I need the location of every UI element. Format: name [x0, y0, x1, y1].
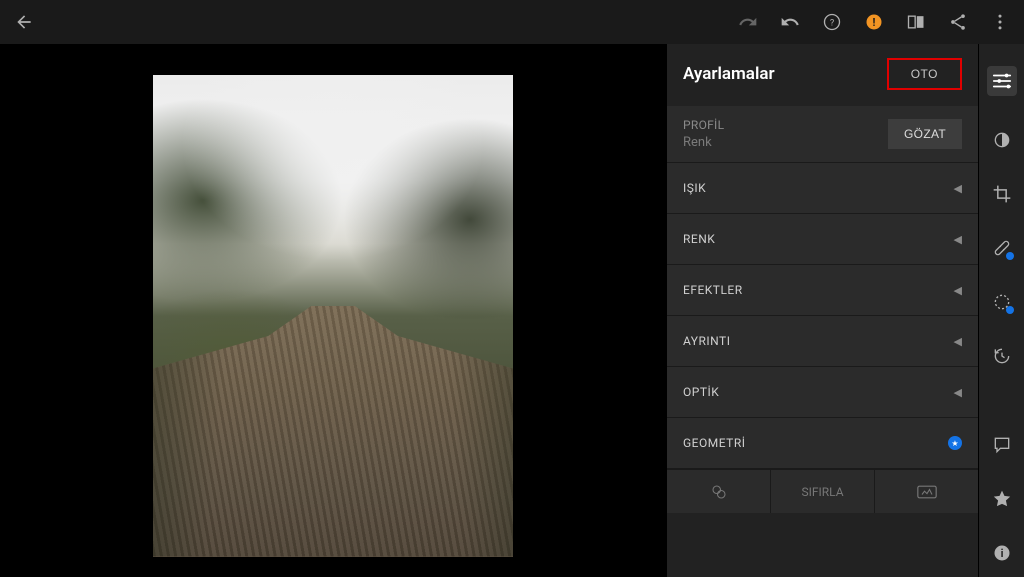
section-effects[interactable]: EFEKTLER ◀ — [667, 265, 978, 316]
presets-icon — [710, 483, 728, 501]
section-color[interactable]: RENK ◀ — [667, 214, 978, 265]
radial-tool[interactable] — [992, 292, 1012, 312]
section-label: EFEKTLER — [683, 283, 743, 297]
section-label: RENK — [683, 232, 715, 246]
redo-button[interactable] — [738, 12, 758, 32]
compare-button[interactable] — [906, 12, 926, 32]
alert-icon: ! — [864, 12, 884, 32]
panel-title: Ayarlamalar — [683, 64, 775, 84]
crop-tool[interactable] — [992, 184, 1012, 204]
healing-tool[interactable] — [992, 238, 1012, 258]
topbar-left — [14, 12, 34, 32]
comments-tool[interactable] — [992, 435, 1012, 455]
info-icon: i — [992, 543, 1012, 563]
section-optics[interactable]: OPTİK ◀ — [667, 367, 978, 418]
share-icon — [948, 12, 968, 32]
image-canvas[interactable] — [0, 44, 666, 577]
undo-button[interactable] — [780, 12, 800, 32]
kebab-icon — [990, 12, 1010, 32]
profile-row: PROFİL Renk GÖZAT — [667, 106, 978, 163]
photo-preview — [153, 75, 513, 557]
edit-tool[interactable] — [987, 66, 1017, 96]
chevron-left-icon: ◀ — [954, 233, 962, 246]
masking-tool[interactable] — [992, 130, 1012, 150]
tool-badge-icon — [1006, 252, 1014, 260]
panel-header: Ayarlamalar OTO — [667, 44, 978, 106]
main-area: Ayarlamalar OTO PROFİL Renk GÖZAT IŞIK ◀… — [0, 44, 1024, 577]
chevron-left-icon: ◀ — [954, 386, 962, 399]
tool-rail: i — [978, 44, 1024, 577]
reset-label: SIFIRLA — [801, 485, 843, 499]
compare-icon — [906, 12, 926, 32]
history-icon — [992, 346, 1012, 366]
info-tool[interactable]: i — [992, 543, 1012, 563]
chevron-left-icon: ◀ — [954, 284, 962, 297]
svg-text:?: ? — [830, 18, 834, 28]
back-button[interactable] — [14, 12, 34, 32]
modified-indicator-icon — [948, 436, 962, 450]
overflow-menu-button[interactable] — [990, 12, 1010, 32]
section-label: OPTİK — [683, 385, 719, 399]
reset-button[interactable]: SIFIRLA — [770, 470, 874, 513]
auto-button[interactable]: OTO — [887, 58, 962, 90]
mask-icon — [992, 130, 1012, 150]
section-label: IŞIK — [683, 181, 706, 195]
back-arrow-icon — [14, 12, 34, 32]
topbar: ? ! — [0, 0, 1024, 44]
help-button[interactable]: ? — [822, 12, 842, 32]
star-icon — [992, 489, 1012, 509]
previous-button[interactable] — [874, 470, 978, 513]
previous-icon — [917, 485, 937, 499]
rating-tool[interactable] — [992, 489, 1012, 509]
presets-button[interactable] — [667, 470, 770, 513]
chevron-left-icon: ◀ — [954, 335, 962, 348]
redo-icon — [738, 12, 758, 32]
section-label: GEOMETRİ — [683, 436, 745, 450]
sliders-icon — [991, 70, 1013, 92]
share-button[interactable] — [948, 12, 968, 32]
help-icon: ? — [822, 12, 842, 32]
crop-icon — [992, 184, 1012, 204]
chevron-left-icon: ◀ — [954, 182, 962, 195]
browse-profiles-button[interactable]: GÖZAT — [888, 119, 962, 149]
section-light[interactable]: IŞIK ◀ — [667, 163, 978, 214]
app-root: ? ! Ayarlamalar OTO — [0, 0, 1024, 577]
profile-label: PROFİL — [683, 118, 724, 132]
adjustments-panel: Ayarlamalar OTO PROFİL Renk GÖZAT IŞIK ◀… — [666, 44, 978, 577]
svg-text:!: ! — [873, 16, 876, 29]
section-label: AYRINTI — [683, 334, 730, 348]
svg-text:i: i — [1000, 547, 1003, 560]
panel-footer: SIFIRLA — [667, 469, 978, 513]
undo-icon — [780, 12, 800, 32]
section-detail[interactable]: AYRINTI ◀ — [667, 316, 978, 367]
profile-value: Renk — [683, 135, 724, 150]
profile-labels: PROFİL Renk — [683, 118, 724, 150]
versions-tool[interactable] — [992, 346, 1012, 366]
cloud-alert-button[interactable]: ! — [864, 12, 884, 32]
chat-icon — [992, 435, 1012, 455]
section-geometry[interactable]: GEOMETRİ — [667, 418, 978, 469]
tool-badge-icon — [1006, 306, 1014, 314]
topbar-right: ? ! — [738, 12, 1010, 32]
